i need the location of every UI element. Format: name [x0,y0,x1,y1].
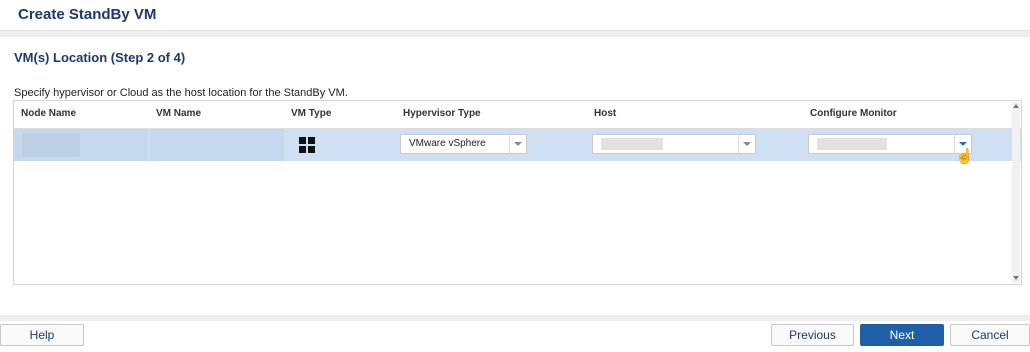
next-button[interactable]: Next [860,324,944,346]
header-vm-type[interactable]: VM Type [291,108,331,119]
configure-monitor-select[interactable] [808,134,972,154]
dialog-titlebar: Create StandBy VM [0,0,1030,31]
scroll-down-icon[interactable] [1013,276,1019,280]
grid-header: Node Name VM Name VM Type Hypervisor Typ… [14,101,1021,129]
hypervisor-type-select[interactable]: VMware vSphere [400,134,527,154]
hand-cursor-icon: ☝ [955,148,974,165]
header-vm-name[interactable]: VM Name [156,108,201,119]
help-button[interactable]: Help [0,324,84,346]
header-node-name[interactable]: Node Name [21,108,76,119]
header-hypervisor-type[interactable]: Hypervisor Type [403,108,481,119]
dialog-footer: Help Previous Next Cancel [0,321,1030,352]
chevron-down-icon[interactable] [509,135,526,153]
host-value [601,138,663,150]
cancel-button[interactable]: Cancel [950,324,1030,346]
scroll-up-icon[interactable] [1013,104,1019,108]
node-name-value [22,133,80,157]
windows-icon [299,137,315,153]
header-host[interactable]: Host [594,108,616,119]
header-divider [0,31,1030,37]
step-description: Specify hypervisor or Cloud as the host … [14,87,348,99]
configure-monitor-value [817,138,887,150]
header-configure-monitor[interactable]: Configure Monitor [810,108,897,119]
vm-location-grid: Node Name VM Name VM Type Hypervisor Typ… [13,100,1022,285]
previous-button[interactable]: Previous [771,324,854,346]
hypervisor-type-value: VMware vSphere [409,138,486,149]
vm-name-cell [150,129,284,161]
vertical-scrollbar[interactable] [1012,102,1020,283]
host-select[interactable] [592,134,756,154]
chevron-down-icon[interactable] [738,135,755,153]
dialog-title: Create StandBy VM [18,6,157,23]
node-name-cell [14,129,148,161]
step-title: VM(s) Location (Step 2 of 4) [14,50,186,65]
table-row[interactable]: VMware vSphere [14,129,1021,161]
